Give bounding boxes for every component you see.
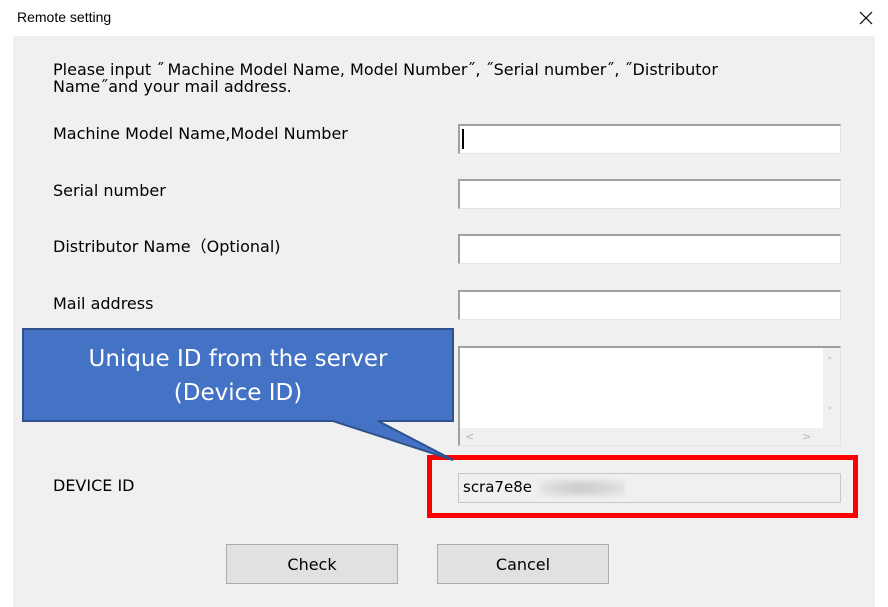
vertical-scrollbar[interactable]: ˄ ˅ — [823, 348, 840, 428]
title-bar: Remote setting — [0, 0, 888, 36]
chevron-up-icon[interactable]: ˄ — [827, 356, 833, 367]
callout-line-1: Unique ID from the server — [88, 346, 388, 372]
cancel-button[interactable]: Cancel — [437, 544, 609, 584]
close-icon — [859, 11, 873, 25]
check-button[interactable]: Check — [226, 544, 398, 584]
distributor-input[interactable] — [458, 234, 841, 264]
horizontal-scrollbar[interactable]: < > — [460, 428, 823, 445]
model-input[interactable] — [458, 124, 841, 154]
chevron-down-icon[interactable]: ˅ — [827, 406, 833, 417]
remote-setting-window: Remote setting Please input ˝ Machine Mo… — [0, 0, 888, 607]
callout-text: Unique ID from the server (Device ID) — [23, 329, 453, 421]
model-label: Machine Model Name,Model Number — [53, 124, 348, 143]
device-id-highlight — [427, 455, 858, 518]
device-id-label: DEVICE ID — [53, 476, 135, 495]
window-title: Remote setting — [17, 9, 112, 25]
serial-input[interactable] — [458, 179, 841, 209]
callout-line-2: (Device ID) — [173, 380, 303, 406]
scrollbar-corner — [823, 428, 840, 445]
server-response-textarea[interactable]: ˄ ˅ < > — [458, 346, 841, 446]
chevron-left-icon[interactable]: < — [465, 431, 474, 442]
chevron-right-icon[interactable]: > — [802, 431, 811, 442]
dialog-body: Please input ˝ Machine Model Name, Model… — [13, 36, 875, 607]
distributor-label: Distributor Name（Optional) — [53, 237, 281, 256]
mail-input[interactable] — [458, 290, 841, 320]
serial-label: Serial number — [53, 181, 166, 200]
text-caret — [462, 129, 464, 149]
instruction-text: Please input ˝ Machine Model Name, Model… — [53, 60, 718, 96]
mail-label: Mail address — [53, 294, 154, 313]
close-button[interactable] — [844, 0, 888, 36]
